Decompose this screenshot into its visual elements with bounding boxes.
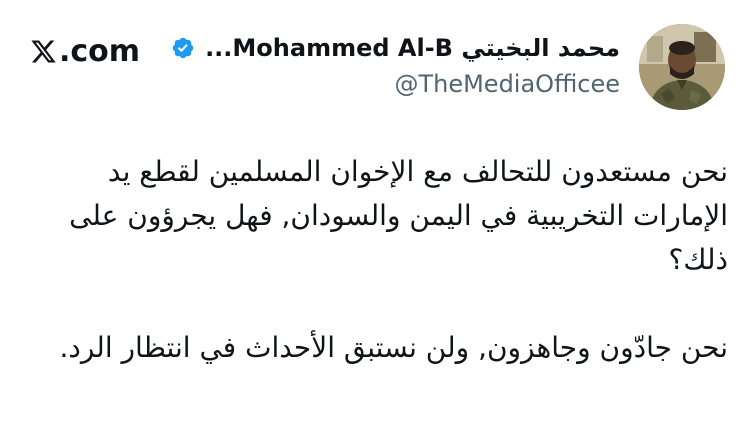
avatar[interactable] (639, 24, 725, 110)
verified-badge-icon (172, 37, 194, 59)
display-name[interactable]: محمد البخيتي Mohammed Al-B... (205, 34, 620, 62)
display-name-row[interactable]: محمد البخيتي Mohammed Al-B... (171, 30, 620, 66)
brand-domain: .com (59, 34, 141, 69)
x-logo-icon (31, 40, 56, 63)
profile-photo (639, 24, 725, 110)
user-info[interactable]: محمد البخيتي Mohammed Al-B... @TheMediaO… (171, 30, 620, 98)
user-handle[interactable]: @TheMediaOfficee (171, 70, 620, 98)
tweet-paragraph-2: نحن جادّون وجاهزون, ولن نستبق الأحداث في… (59, 331, 728, 364)
tweet-card: .com محمد البخيتي Mohammed Al-B... @TheM… (0, 0, 750, 430)
x-brand: .com (30, 34, 140, 69)
tweet-paragraph-1: نحن مستعدون للتحالف مع الإخوان المسلمين … (69, 155, 728, 276)
tweet-text: نحن مستعدون للتحالف مع الإخوان المسلمين … (30, 150, 728, 370)
tweet-header: .com محمد البخيتي Mohammed Al-B... @TheM… (30, 18, 730, 114)
